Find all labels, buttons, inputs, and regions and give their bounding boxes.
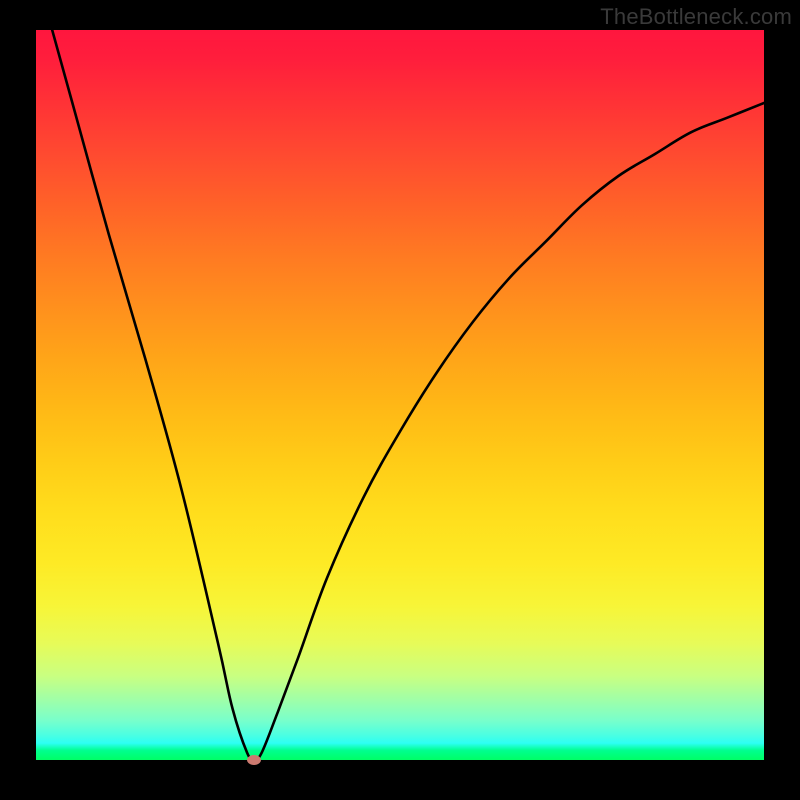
watermark-text: TheBottleneck.com bbox=[600, 4, 792, 30]
chart-curve-svg bbox=[36, 30, 764, 760]
optimal-point-marker bbox=[247, 755, 261, 765]
chart-plot-area bbox=[36, 30, 764, 760]
bottleneck-curve-path bbox=[36, 30, 764, 760]
